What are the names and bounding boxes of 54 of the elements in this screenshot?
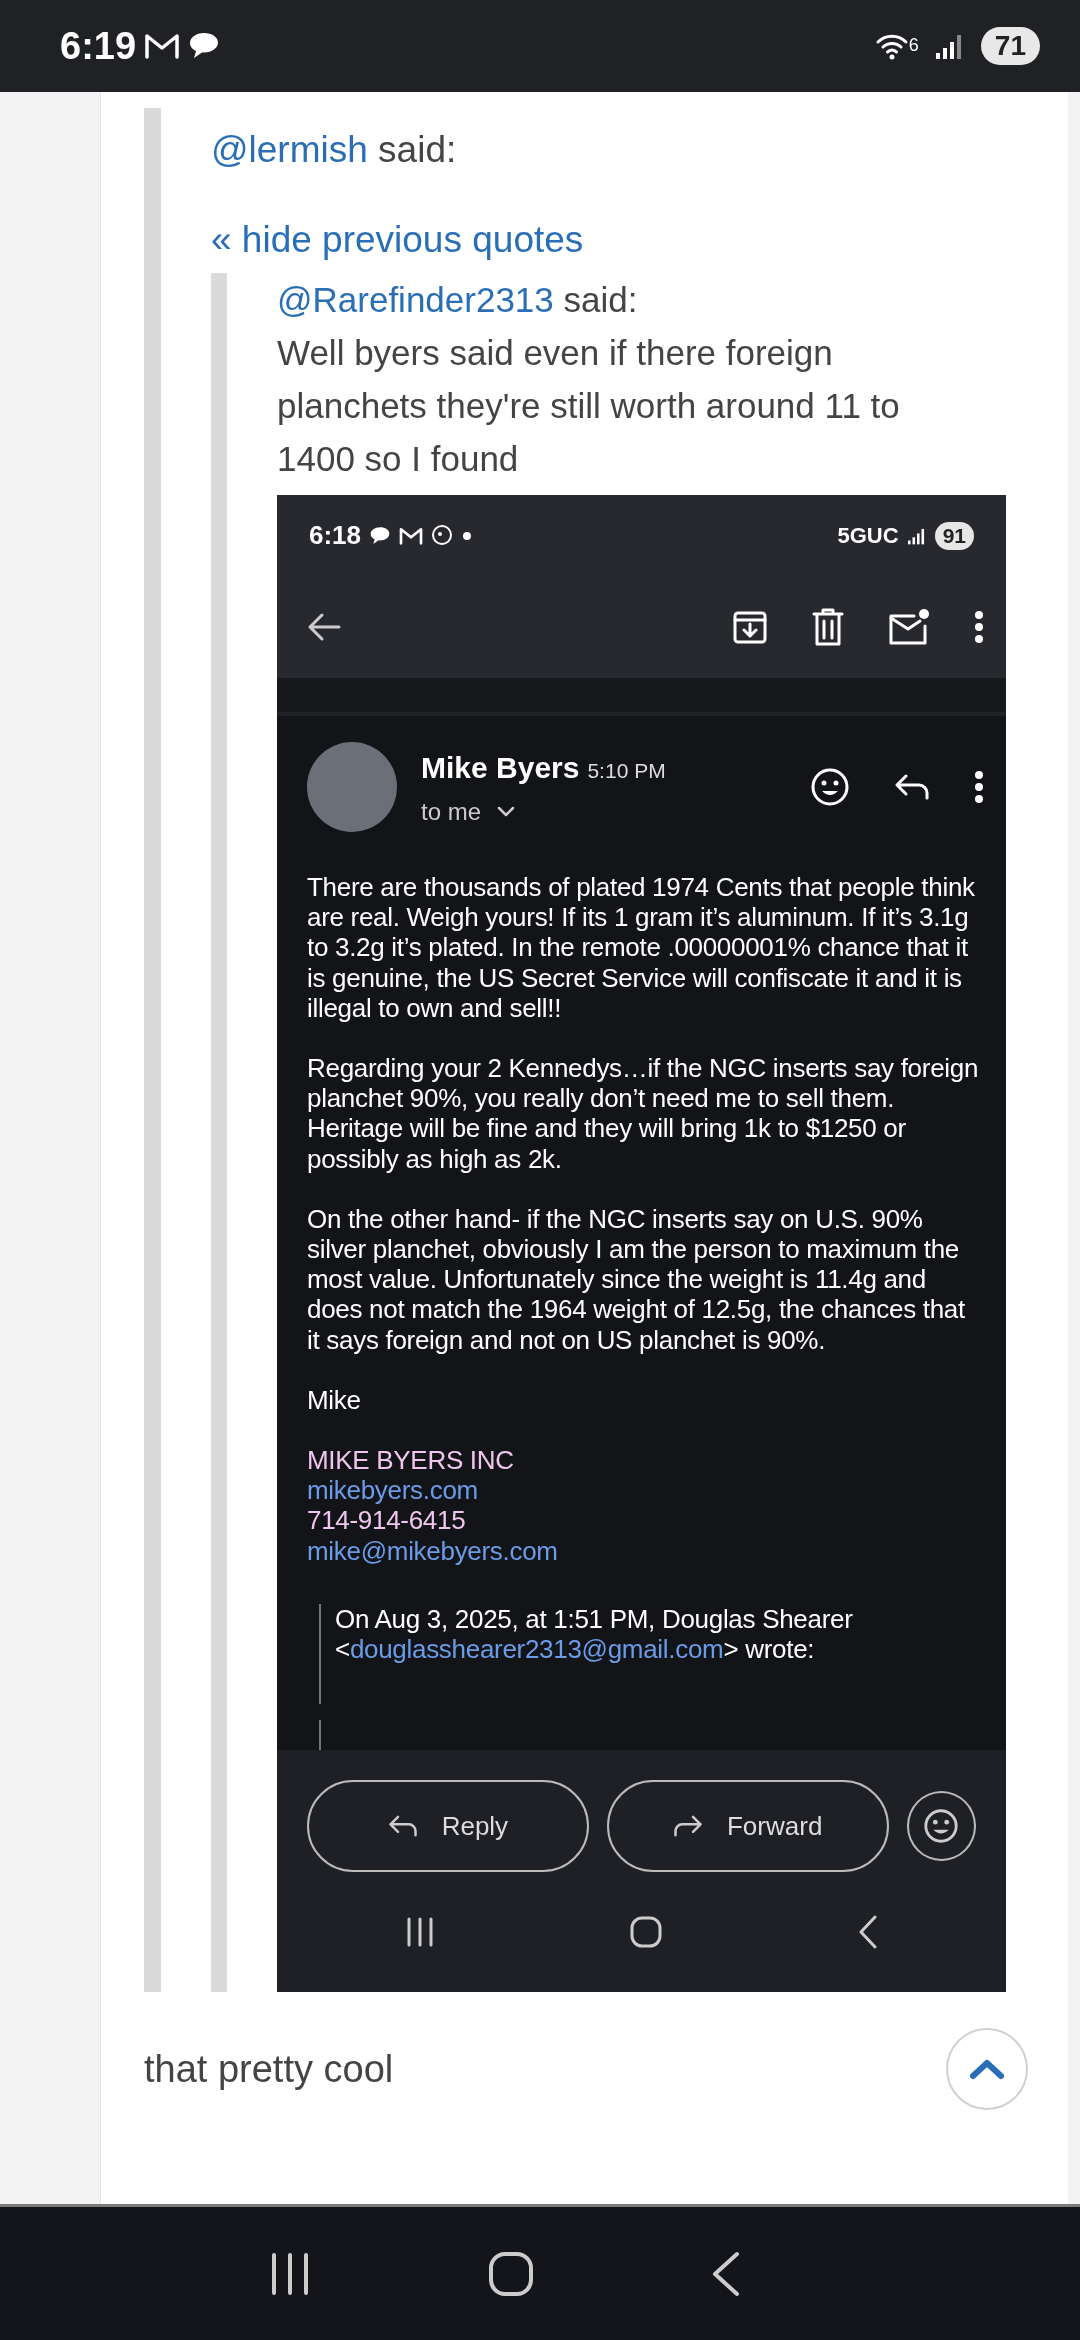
wifi-icon: [874, 32, 909, 60]
emoji-button[interactable]: [906, 1791, 976, 1862]
network-type: 5GUC: [837, 522, 899, 550]
notification-dot-icon: [461, 529, 474, 542]
email-paragraph: On the other hand- if the NGC inserts say on U.S. 90% silver planchet, obviously I am the person to maximum the most value. Unfortunately since the weight is 11.4g and does not match the 1964 weight of 12.5g, the chances that it says foreign and not on US planchet is 90%.: [307, 1203, 966, 1355]
quote-attribution: @Rarefinder2313 said:: [277, 279, 639, 321]
signature-text: 714-914-6415: [307, 1505, 467, 1536]
battery-level: 71: [980, 27, 1040, 65]
back-chevron-icon[interactable]: [711, 2250, 742, 2297]
forward-arrow-icon: [673, 1814, 703, 1839]
wifi-label: 6: [908, 34, 919, 57]
username-link[interactable]: @lermish: [211, 129, 368, 170]
sent-time: 5:10 PM: [587, 757, 666, 784]
trash-icon: [812, 608, 844, 646]
email-paragraph: Mike: [307, 1384, 362, 1416]
quoted-header: On Aug 3, 2025, at 1:51 PM, Douglas Shearer <douglasshearer2313@gmail.com> wrote:: [335, 1603, 854, 1665]
reply-arrow-icon: [387, 1814, 418, 1839]
signature-text: MIKE BYERS INC: [307, 1445, 515, 1476]
smiley-icon: [922, 1807, 961, 1846]
more-options-icon: [974, 610, 984, 644]
smiley-icon[interactable]: [810, 767, 850, 807]
signal-icon: [906, 526, 927, 545]
chevron-down-icon[interactable]: [497, 805, 516, 818]
username-link[interactable]: @Rarefinder2313: [277, 280, 554, 319]
app-icon: [431, 523, 454, 548]
archive-icon: [732, 609, 768, 645]
mark-unread-icon: [888, 608, 930, 646]
signature-link[interactable]: mike@mikebyers.com: [307, 1535, 982, 1566]
signature-link[interactable]: mikebyers.com: [307, 1475, 982, 1506]
reply-arrow-icon[interactable]: [894, 773, 930, 801]
quote-text: Well byers said even if there foreign planchets they're still worth around 11 to 1400 so I found: [277, 332, 901, 480]
chevron-up-icon: [969, 2058, 1005, 2081]
email-paragraph: There are thousands of plated 1974 Cents that people think are real. Weigh yours! If its 1 gram it’s aluminum. If it’s 3.1g to 3.2g it’s plated. In the remote .00000001% chance that it is genuine, the US Secret Service will confiscate it and it is illegal to own and sell!!: [307, 872, 976, 1023]
email-paragraph: Regarding your 2 Kennedys…if the NGC inserts say foreign planchet 90%, you really don’t need me to sell them. Heritage will be fine and they will bring 1k to $1250 or possibly as high as 2k.: [307, 1053, 980, 1174]
home-icon[interactable]: [488, 2250, 534, 2297]
forward-button[interactable]: Forward: [606, 1780, 889, 1873]
sender-name: Mike Byers: [421, 749, 580, 786]
home-icon[interactable]: [630, 1916, 663, 1949]
recipient-label: to me: [421, 796, 482, 827]
status-time: 6:19: [60, 23, 137, 69]
mail-icon: [399, 525, 424, 546]
reply-button[interactable]: Reply: [307, 1780, 589, 1873]
hide-quotes-link[interactable]: « hide previous quotes: [211, 211, 584, 267]
post-text: that pretty cool: [144, 2046, 394, 2092]
status-time: 6:18: [309, 519, 362, 552]
more-options-icon[interactable]: [974, 770, 984, 804]
mail-icon: [144, 32, 181, 60]
battery-level: 91: [934, 521, 974, 550]
back-chevron-icon[interactable]: [858, 1915, 879, 1950]
back-arrow-icon: [307, 612, 341, 642]
chat-bubble-icon: [369, 525, 392, 546]
quote-attribution: @lermish said:: [211, 128, 458, 172]
chat-bubble-icon: [188, 31, 221, 61]
email-link[interactable]: douglasshearer2313@gmail.com: [349, 1634, 724, 1665]
